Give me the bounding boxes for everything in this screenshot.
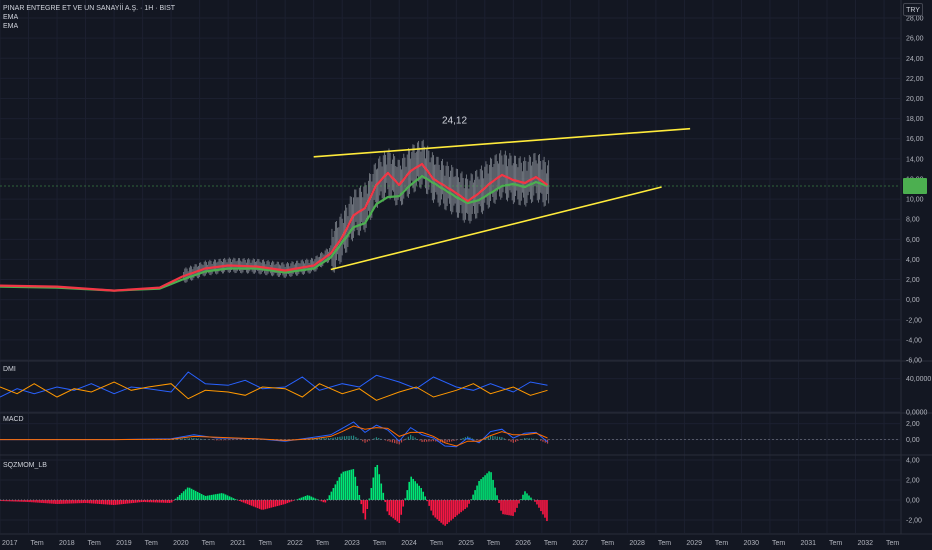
time-axis-tick-label: 2031 [800,540,816,547]
chart-background [0,0,932,550]
price-axis-tick-label: -6,00 [906,358,922,365]
price-axis-tick-label: 18,00 [906,116,924,123]
price-axis-tick-label: -2,00 [906,317,922,324]
time-axis-tick-label: 2021 [230,540,246,547]
price-axis-tick-label: 16,00 [906,136,924,143]
time-axis-tick-label: Tem [145,540,158,547]
dmi-label[interactable]: DMI [3,366,16,373]
price-axis-tick-label: 20,00 [906,96,924,103]
macd-label[interactable]: MACD [3,416,24,423]
price-annotation: 24,12 [442,116,467,127]
time-axis-tick-label: Tem [88,540,101,547]
price-axis-tick-label: 8,00 [906,217,920,224]
time-axis-tick-label: Tem [373,540,386,547]
time-axis-tick-label: 2017 [2,540,18,547]
time-axis-tick-label: 2022 [287,540,303,547]
time-axis-tick-label: Tem [658,540,671,547]
price-axis-tick-label: 14,00 [906,156,924,163]
time-axis-tick-label: 2023 [344,540,360,547]
time-axis-tick-label: Tem [829,540,842,547]
time-axis-tick-label: Tem [202,540,215,547]
price-axis-tick-label: 2,00 [906,421,920,428]
time-axis-tick-label: 2019 [116,540,132,547]
time-axis-tick-label: 2032 [858,540,874,547]
price-axis-tick-label: 0,0000 [906,410,928,417]
time-axis-tick-label: Tem [715,540,728,547]
time-axis-tick-label: 2025 [458,540,474,547]
time-axis-tick-label: 2029 [686,540,702,547]
time-axis-tick-label: Tem [316,540,329,547]
time-axis-tick-label: 2020 [173,540,189,547]
price-axis-tick-label: 24,00 [906,56,924,63]
price-axis-tick-label: -2,00 [906,518,922,525]
time-axis-tick-label: 2027 [572,540,588,547]
symbol-title[interactable]: PINAR ENTEGRE ET VE UN SANAYİİ A.Ş. · 1H… [3,4,175,13]
price-axis-tick-label: 10,00 [906,197,924,204]
currency-button[interactable]: TRY [903,3,923,16]
price-axis-tick-label: 0,00 [906,437,920,444]
time-axis-tick-label: Tem [544,540,557,547]
time-axis-tick-label: Tem [487,540,500,547]
time-axis-tick-label: 2030 [743,540,759,547]
ema-legend-1[interactable]: EMA [3,13,175,22]
price-axis-tick-label: 0,00 [906,297,920,304]
time-axis-tick-label: Tem [430,540,443,547]
price-axis-tick-label: 26,00 [906,36,924,43]
time-axis-tick-label: Tem [259,540,272,547]
symbol-legend: PINAR ENTEGRE ET VE UN SANAYİİ A.Ş. · 1H… [3,4,175,31]
last-price-marker [903,178,927,195]
time-axis-tick-label: 2026 [515,540,531,547]
price-axis-tick-label: 22,00 [906,76,924,83]
ema-legend-2[interactable]: EMA [3,22,175,31]
price-axis-tick-label: 2,00 [906,478,920,485]
time-axis-tick-label: Tem [886,540,899,547]
sqzmom-label[interactable]: SQZMOM_LB [3,462,47,469]
time-axis-tick-label: 2028 [629,540,645,547]
price-axis-tick-label: 0,00 [906,498,920,505]
chart-canvas[interactable]: 24,12 28,0026,0024,0022,0020,0018,0016,0… [0,0,932,550]
time-axis-tick-label: 2018 [59,540,75,547]
time-axis-tick-label: Tem [601,540,614,547]
time-axis-tick-label: Tem [772,540,785,547]
price-axis-tick-label: 6,00 [906,237,920,244]
price-axis-tick-label: 40,0000 [906,376,931,383]
time-axis-tick-label: Tem [31,540,44,547]
price-axis-tick-label: -4,00 [906,337,922,344]
price-axis-tick-label: 2,00 [906,277,920,284]
time-axis-tick-label: 2024 [401,540,417,547]
price-axis-tick-label: 4,00 [906,458,920,465]
price-axis-tick-label: 4,00 [906,257,920,264]
